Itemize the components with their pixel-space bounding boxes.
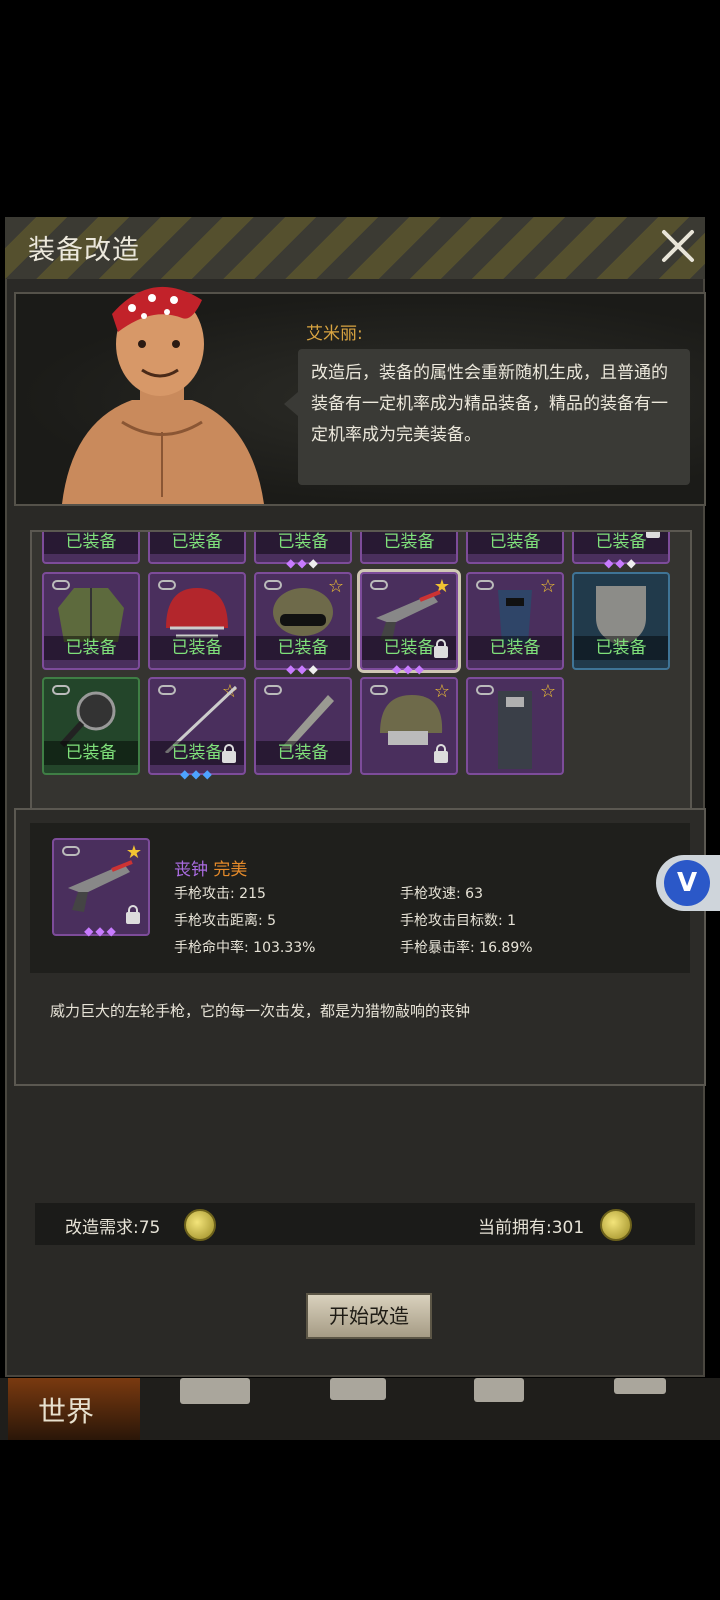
equipped-label: 已装备 — [44, 636, 138, 660]
equipped-label: 已装备 — [256, 532, 350, 554]
equipped-label: 已装备 — [150, 636, 244, 660]
equipment-slot[interactable]: 已装备 ◆◆◆ — [254, 532, 352, 570]
equipped-label: 已装备 — [256, 741, 350, 765]
close-icon[interactable] — [656, 224, 700, 268]
nav-world-label: 世界 — [38, 1395, 95, 1428]
equipment-grid[interactable]: 已装备 已装备 已装备 ◆◆◆ 已装备 已装备 已装备 ◆◆◆ 已装备 已装备 ☆ … — [30, 530, 692, 810]
equipped-label: 已装备 — [468, 532, 562, 554]
lock-icon — [646, 532, 660, 538]
item-description: 威力巨大的左轮手枪，它的每一次击发，都是为猎物敲响的丧钟 — [50, 1002, 471, 1020]
equipped-label: 已装备 — [150, 532, 244, 554]
item-name-line: 丧钟 完美 — [174, 855, 247, 880]
nav-inventory-icon[interactable] — [474, 1378, 524, 1402]
equipment-slot[interactable]: 已装备 — [360, 532, 458, 564]
lock-icon — [434, 744, 448, 763]
equipped-label: 已装备 — [256, 636, 350, 660]
speech-bubble-tail — [284, 392, 298, 416]
equipment-slot[interactable]: 已装备 — [148, 572, 246, 670]
equipped-label: 已装备 — [362, 532, 456, 554]
equipped-label: 已装备 — [574, 636, 668, 660]
item-quality: 完美 — [213, 860, 248, 880]
equipment-slot[interactable]: 已装备 — [42, 532, 140, 564]
equipped-label: 已装备 — [44, 532, 138, 554]
equipment-slot[interactable]: 已装备 ◆◆◆ — [572, 532, 670, 570]
equipment-slot[interactable]: 已装备 — [148, 532, 246, 564]
equipped-label: 已装备 — [468, 636, 562, 660]
armor-vest-icon — [498, 691, 532, 769]
rarity-dots: ◆◆◆ — [604, 556, 638, 570]
equipment-slot[interactable]: ☆ — [360, 677, 458, 775]
npc-speech-text: 改造后，装备的属性会重新随机生成，且普通的装备有一定机率成为精品装备，精品的装备… — [311, 363, 668, 445]
start-modify-button[interactable]: 开始改造 — [306, 1293, 432, 1339]
equipment-slot[interactable]: 已装备 — [572, 572, 670, 670]
lock-icon — [222, 744, 236, 763]
cost-required: 改造需求:75 — [65, 1218, 161, 1238]
equipment-slot[interactable]: ☆ 已装备 — [466, 572, 564, 670]
item-name: 丧钟 — [174, 860, 208, 880]
npc-portrait — [62, 286, 264, 504]
stat-attack-speed: 手枪攻速: 63 — [400, 886, 483, 902]
npc-name: 艾米丽: — [306, 324, 363, 344]
stat-accuracy: 手枪命中率: 103.33% — [174, 940, 316, 956]
lock-icon — [434, 639, 448, 658]
nav-character-icon[interactable] — [330, 1378, 386, 1400]
equipment-slot[interactable]: 已装备 — [42, 572, 140, 670]
stat-crit-rate: 手枪暴击率: 16.89% — [400, 940, 533, 956]
rarity-dots: ◆◆◆ — [392, 662, 426, 676]
equipped-label: 已装备 — [44, 741, 138, 765]
rarity-dots: ◆◆◆ — [286, 556, 320, 570]
equipment-slot[interactable]: 已装备 — [466, 532, 564, 564]
bottle-cap-icon — [184, 1209, 216, 1241]
lock-icon — [126, 905, 140, 924]
rarity-dots: ◆◆◆ — [286, 662, 320, 676]
bottle-cap-icon — [600, 1209, 632, 1241]
equipment-slot-selected[interactable]: ★ 已装备 ◆◆◆ — [357, 569, 461, 676]
stat-range: 手枪攻击距离: 5 — [174, 913, 277, 929]
stat-targets: 手枪攻击目标数: 1 — [400, 913, 517, 929]
stat-attack: 手枪攻击: 215 — [174, 886, 266, 902]
rarity-dots: ◆◆◆ — [84, 924, 118, 938]
equipment-slot[interactable]: ☆ — [466, 677, 564, 775]
cost-owned: 当前拥有:301 — [478, 1218, 585, 1238]
equipment-slot[interactable]: ☆ 已装备 ◆◆◆ — [148, 677, 246, 781]
nav-base-icon[interactable] — [180, 1378, 250, 1404]
dialog-title: 装备改造 — [28, 235, 140, 266]
equipment-slot[interactable]: 已装备 — [42, 677, 140, 775]
equipment-slot[interactable]: ☆ 已装备 ◆◆◆ — [254, 572, 352, 676]
v-logo-icon: V — [664, 860, 710, 906]
rarity-dots: ◆◆◆ — [180, 767, 214, 781]
equipment-slot[interactable]: 已装备 — [254, 677, 352, 775]
nav-cart-icon[interactable] — [614, 1378, 666, 1394]
selected-item-icon: ★ ◆◆◆ — [52, 838, 150, 938]
